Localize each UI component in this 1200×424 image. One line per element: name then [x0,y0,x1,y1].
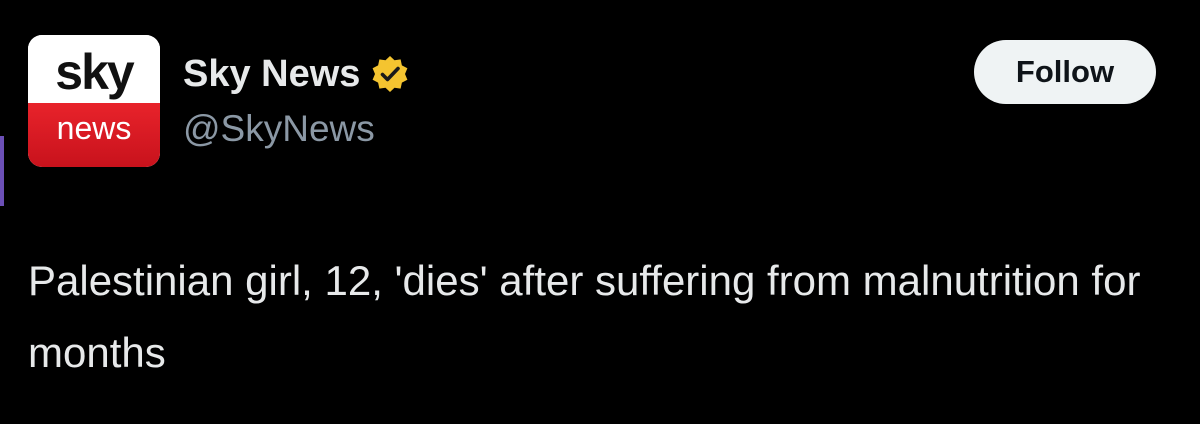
avatar-logo-sky: sky [55,44,134,100]
side-accent-bar [0,136,4,206]
account-handle[interactable]: @SkyNews [183,108,375,150]
avatar-logo-news: news [56,110,132,146]
avatar[interactable]: sky news [28,35,160,167]
follow-button[interactable]: Follow [974,40,1156,104]
post-text: Palestinian girl, 12, 'dies' after suffe… [28,257,1141,376]
account-name-row[interactable]: Sky News [183,50,410,98]
verified-badge-icon [370,54,410,94]
display-name[interactable]: Sky News [183,53,360,96]
